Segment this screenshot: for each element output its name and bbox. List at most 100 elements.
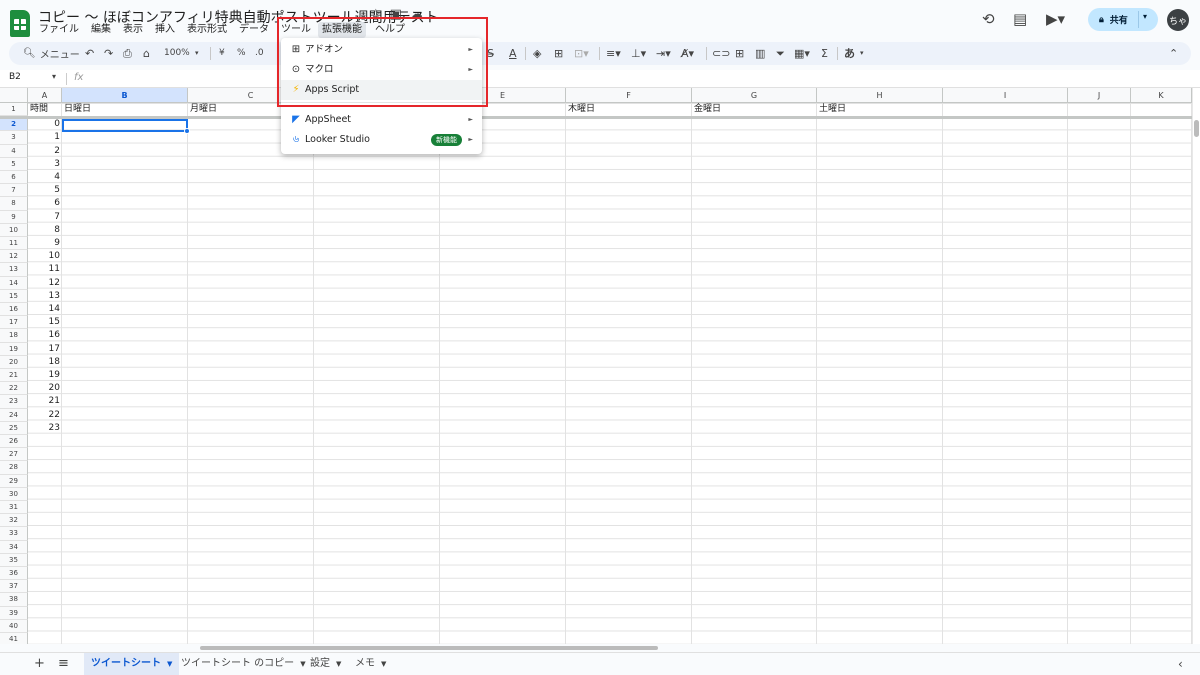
column-header-j[interactable]: J bbox=[1068, 88, 1131, 103]
column-header-g[interactable]: G bbox=[692, 88, 817, 103]
menu-edit[interactable]: 編集 bbox=[82, 22, 114, 38]
tab-dropdown-icon[interactable]: ▼ bbox=[381, 660, 386, 668]
menu-format[interactable]: 表示形式 bbox=[178, 22, 230, 38]
cell-a23[interactable]: 21 bbox=[28, 395, 60, 408]
spreadsheet-grid[interactable]: ABCDEFGHIJK12345678910111213141516171819… bbox=[0, 88, 1200, 644]
add-sheet-icon[interactable]: + bbox=[34, 656, 45, 671]
horizontal-align-icon[interactable]: ≡▾ bbox=[606, 46, 621, 61]
tab-tweet-sheet-copy[interactable]: ツイートシート のコピー ▼ bbox=[174, 653, 313, 675]
cell-a8[interactable]: 6 bbox=[28, 197, 60, 210]
strikethrough-icon[interactable]: S̶ bbox=[487, 46, 494, 61]
cell-a24[interactable]: 22 bbox=[28, 409, 60, 422]
cell-a18[interactable]: 16 bbox=[28, 329, 60, 342]
comments-icon[interactable]: ▤ bbox=[1013, 10, 1027, 28]
avatar[interactable]: ちゃ bbox=[1167, 9, 1189, 31]
cell-a7[interactable]: 5 bbox=[28, 184, 60, 197]
row-header-35[interactable]: 35 bbox=[0, 553, 28, 567]
row-header-29[interactable]: 29 bbox=[0, 474, 28, 488]
row-header-13[interactable]: 13 bbox=[0, 263, 28, 277]
tab-settings[interactable]: 設定 ▼ bbox=[303, 653, 348, 675]
row-header-30[interactable]: 30 bbox=[0, 487, 28, 501]
row-header-24[interactable]: 24 bbox=[0, 408, 28, 422]
fill-color-icon[interactable]: ◈ bbox=[533, 46, 541, 61]
vertical-align-icon[interactable]: ⊥▾ bbox=[631, 46, 646, 61]
undo-icon[interactable]: ↶ bbox=[85, 46, 94, 61]
name-box-dropdown-icon[interactable]: ▾ bbox=[52, 72, 56, 81]
row-header-4[interactable]: 4 bbox=[0, 144, 28, 158]
fill-handle[interactable] bbox=[184, 128, 190, 134]
row-header-31[interactable]: 31 bbox=[0, 501, 28, 515]
row-header-7[interactable]: 7 bbox=[0, 184, 28, 198]
scroll-tabs-left-icon[interactable]: ‹ bbox=[1178, 657, 1183, 671]
row-header-1[interactable]: 1 bbox=[0, 103, 28, 117]
text-wrap-icon[interactable]: ⇥▾ bbox=[656, 46, 671, 61]
row-header-23[interactable]: 23 bbox=[0, 395, 28, 409]
row-header-38[interactable]: 38 bbox=[0, 593, 28, 607]
functions-icon[interactable]: Σ bbox=[821, 46, 828, 61]
cell-a16[interactable]: 14 bbox=[28, 303, 60, 316]
row-header-36[interactable]: 36 bbox=[0, 567, 28, 581]
row-header-17[interactable]: 17 bbox=[0, 316, 28, 330]
horizontal-scroll-thumb[interactable] bbox=[200, 646, 658, 650]
select-all-corner[interactable] bbox=[0, 88, 28, 103]
column-header-k[interactable]: K bbox=[1131, 88, 1192, 103]
row-header-2[interactable]: 2 bbox=[0, 118, 28, 132]
row-header-40[interactable]: 40 bbox=[0, 619, 28, 633]
insert-comment-icon[interactable]: ⊞ bbox=[735, 46, 744, 61]
collapse-toolbar-icon[interactable]: ⌃ bbox=[1169, 46, 1178, 61]
cell-a5[interactable]: 3 bbox=[28, 158, 60, 171]
input-tools-button[interactable]: あ bbox=[844, 46, 855, 61]
row-header-12[interactable]: 12 bbox=[0, 250, 28, 264]
vertical-scrollbar[interactable] bbox=[1192, 88, 1200, 644]
cell-a10[interactable]: 8 bbox=[28, 224, 60, 237]
row-header-14[interactable]: 14 bbox=[0, 276, 28, 290]
row-header-22[interactable]: 22 bbox=[0, 382, 28, 396]
borders-icon[interactable]: ⊞ bbox=[554, 46, 563, 61]
tab-dropdown-icon[interactable]: ▼ bbox=[167, 660, 172, 668]
cell-a19[interactable]: 17 bbox=[28, 343, 60, 356]
cell-a3[interactable]: 1 bbox=[28, 131, 60, 144]
column-header-h[interactable]: H bbox=[817, 88, 943, 103]
row-header-34[interactable]: 34 bbox=[0, 540, 28, 554]
row-header-8[interactable]: 8 bbox=[0, 197, 28, 211]
zoom-select[interactable]: 100% bbox=[164, 46, 190, 61]
zoom-dropdown-icon[interactable]: ▾ bbox=[195, 46, 199, 61]
row-header-5[interactable]: 5 bbox=[0, 157, 28, 171]
sheets-logo-icon[interactable] bbox=[10, 10, 30, 37]
decrease-decimal-button[interactable]: .0 bbox=[255, 46, 264, 61]
tab-tweet-sheet[interactable]: ツイートシート ▼ bbox=[84, 653, 180, 675]
row-header-9[interactable]: 9 bbox=[0, 210, 28, 224]
column-header-b[interactable]: B bbox=[62, 88, 188, 103]
cell-a12[interactable]: 10 bbox=[28, 250, 60, 263]
row-header-27[interactable]: 27 bbox=[0, 448, 28, 462]
row-header-19[interactable]: 19 bbox=[0, 342, 28, 356]
share-dropdown-icon[interactable]: ▾ bbox=[1143, 12, 1147, 21]
percent-button[interactable]: % bbox=[237, 46, 246, 61]
cell-area[interactable] bbox=[28, 103, 1192, 644]
cell-a20[interactable]: 18 bbox=[28, 356, 60, 369]
menu-insert[interactable]: 挿入 bbox=[146, 22, 178, 38]
menu-item-appsheet[interactable]: ◤ AppSheet ► bbox=[281, 110, 482, 130]
row-header-39[interactable]: 39 bbox=[0, 606, 28, 620]
cell-g1[interactable]: 金曜日 bbox=[694, 103, 721, 116]
currency-button[interactable]: ¥ bbox=[219, 46, 225, 61]
insert-chart-icon[interactable]: ▥ bbox=[755, 46, 765, 61]
row-header-21[interactable]: 21 bbox=[0, 369, 28, 383]
row-header-18[interactable]: 18 bbox=[0, 329, 28, 343]
cell-a17[interactable]: 15 bbox=[28, 316, 60, 329]
share-button[interactable]: 🔒︎ 共有 ▾ bbox=[1088, 8, 1158, 31]
redo-icon[interactable]: ↷ bbox=[104, 46, 113, 61]
tab-memo[interactable]: メモ ▼ bbox=[348, 653, 393, 675]
row-header-10[interactable]: 10 bbox=[0, 223, 28, 237]
row-header-15[interactable]: 15 bbox=[0, 289, 28, 303]
row-header-11[interactable]: 11 bbox=[0, 237, 28, 251]
cell-a14[interactable]: 12 bbox=[28, 277, 60, 290]
cell-a25[interactable]: 23 bbox=[28, 422, 60, 435]
column-header-a[interactable]: A bbox=[28, 88, 62, 103]
meet-icon[interactable]: ▶▾ bbox=[1046, 10, 1065, 28]
vertical-scroll-thumb[interactable] bbox=[1194, 120, 1199, 137]
column-header-i[interactable]: I bbox=[943, 88, 1068, 103]
menu-file[interactable]: ファイル bbox=[30, 22, 82, 38]
cell-a22[interactable]: 20 bbox=[28, 382, 60, 395]
cell-h1[interactable]: 土曜日 bbox=[819, 103, 846, 116]
